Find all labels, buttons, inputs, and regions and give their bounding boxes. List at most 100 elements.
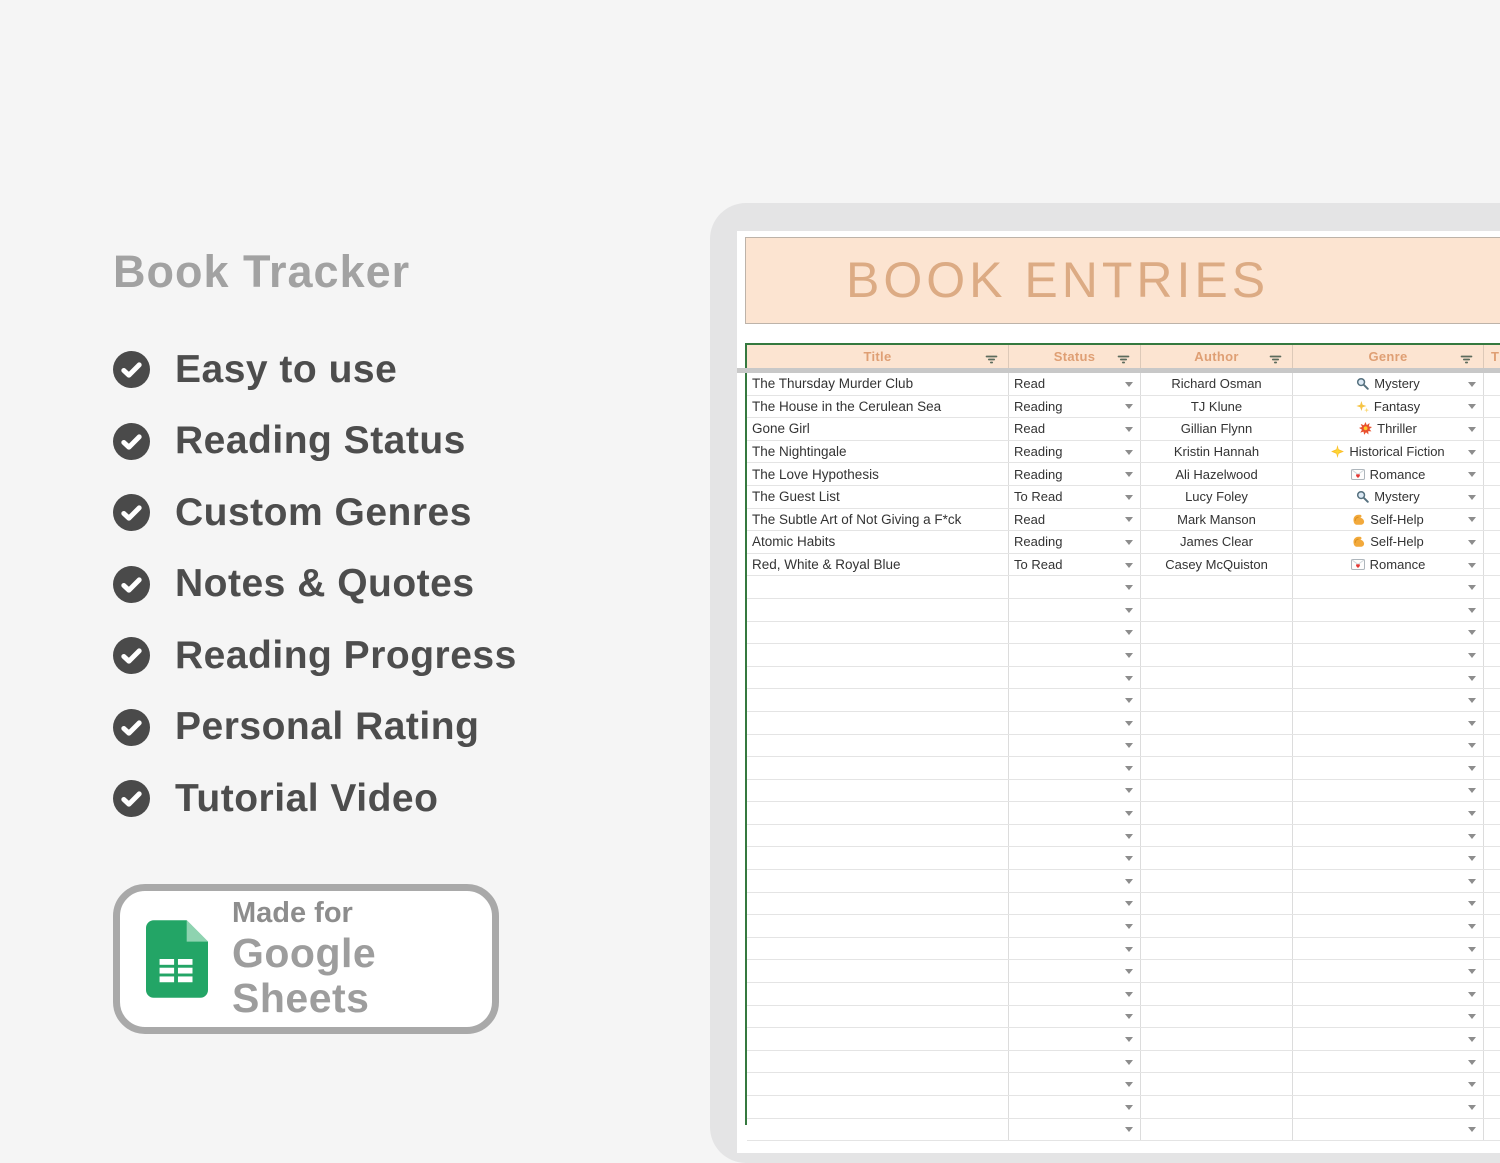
cell-genre[interactable]: [1293, 893, 1484, 915]
cell-extra[interactable]: [1484, 689, 1500, 711]
dropdown-arrow-icon[interactable]: [1125, 698, 1133, 703]
cell-extra[interactable]: [1484, 644, 1500, 666]
cell-genre[interactable]: [1293, 1051, 1484, 1073]
cell-title[interactable]: The Thursday Murder Club: [747, 373, 1009, 395]
cell-genre[interactable]: Thriller: [1293, 418, 1484, 440]
cell-author[interactable]: [1141, 689, 1293, 711]
cell-author[interactable]: [1141, 915, 1293, 937]
cell-author[interactable]: [1141, 938, 1293, 960]
cell-author[interactable]: Lucy Foley: [1141, 486, 1293, 508]
cell-title[interactable]: [747, 915, 1009, 937]
cell-extra[interactable]: [1484, 1096, 1500, 1118]
cell-genre[interactable]: [1293, 1028, 1484, 1050]
cell-title[interactable]: [747, 757, 1009, 779]
cell-extra[interactable]: [1484, 1006, 1500, 1028]
cell-title[interactable]: [747, 1051, 1009, 1073]
cell-extra[interactable]: [1484, 735, 1500, 757]
cell-status[interactable]: [1009, 1051, 1141, 1073]
dropdown-arrow-icon[interactable]: [1125, 1037, 1133, 1042]
cell-status[interactable]: [1009, 622, 1141, 644]
cell-extra[interactable]: [1484, 802, 1500, 824]
cell-author[interactable]: [1141, 735, 1293, 757]
cell-title[interactable]: [747, 622, 1009, 644]
column-header-genre[interactable]: Genre: [1293, 345, 1484, 368]
cell-status[interactable]: [1009, 1096, 1141, 1118]
dropdown-arrow-icon[interactable]: [1468, 1082, 1476, 1087]
cell-status[interactable]: [1009, 938, 1141, 960]
cell-title[interactable]: [747, 712, 1009, 734]
cell-extra[interactable]: [1484, 938, 1500, 960]
dropdown-arrow-icon[interactable]: [1468, 924, 1476, 929]
cell-genre[interactable]: Mystery: [1293, 486, 1484, 508]
cell-title[interactable]: [747, 938, 1009, 960]
cell-status[interactable]: [1009, 599, 1141, 621]
cell-extra[interactable]: [1484, 983, 1500, 1005]
dropdown-arrow-icon[interactable]: [1125, 653, 1133, 658]
cell-status[interactable]: [1009, 735, 1141, 757]
cell-title[interactable]: The Subtle Art of Not Giving a F*ck: [747, 509, 1009, 531]
cell-author[interactable]: [1141, 622, 1293, 644]
cell-genre[interactable]: [1293, 802, 1484, 824]
cell-status[interactable]: Reading: [1009, 531, 1141, 553]
dropdown-arrow-icon[interactable]: [1125, 721, 1133, 726]
cell-status[interactable]: [1009, 983, 1141, 1005]
cell-status[interactable]: [1009, 915, 1141, 937]
dropdown-arrow-icon[interactable]: [1468, 698, 1476, 703]
cell-status[interactable]: [1009, 847, 1141, 869]
cell-extra[interactable]: [1484, 418, 1500, 440]
cell-genre[interactable]: [1293, 667, 1484, 689]
dropdown-arrow-icon[interactable]: [1125, 856, 1133, 861]
dropdown-arrow-icon[interactable]: [1125, 427, 1133, 432]
dropdown-arrow-icon[interactable]: [1125, 834, 1133, 839]
cell-extra[interactable]: [1484, 396, 1500, 418]
dropdown-arrow-icon[interactable]: [1125, 630, 1133, 635]
cell-title[interactable]: The Nightingale: [747, 441, 1009, 463]
cell-title[interactable]: The Guest List: [747, 486, 1009, 508]
cell-extra[interactable]: [1484, 486, 1500, 508]
cell-author[interactable]: [1141, 1073, 1293, 1095]
dropdown-arrow-icon[interactable]: [1468, 450, 1476, 455]
dropdown-arrow-icon[interactable]: [1125, 1060, 1133, 1065]
cell-author[interactable]: [1141, 780, 1293, 802]
dropdown-arrow-icon[interactable]: [1468, 495, 1476, 500]
dropdown-arrow-icon[interactable]: [1125, 901, 1133, 906]
cell-genre[interactable]: [1293, 1096, 1484, 1118]
dropdown-arrow-icon[interactable]: [1468, 1127, 1476, 1132]
cell-title[interactable]: The Love Hypothesis: [747, 463, 1009, 485]
cell-author[interactable]: [1141, 825, 1293, 847]
dropdown-arrow-icon[interactable]: [1468, 404, 1476, 409]
cell-status[interactable]: [1009, 667, 1141, 689]
dropdown-arrow-icon[interactable]: [1125, 495, 1133, 500]
cell-extra[interactable]: [1484, 757, 1500, 779]
cell-extra[interactable]: [1484, 509, 1500, 531]
cell-status[interactable]: [1009, 960, 1141, 982]
cell-extra[interactable]: [1484, 825, 1500, 847]
cell-genre[interactable]: [1293, 599, 1484, 621]
cell-status[interactable]: [1009, 1028, 1141, 1050]
cell-author[interactable]: [1141, 712, 1293, 734]
cell-extra[interactable]: [1484, 712, 1500, 734]
cell-status[interactable]: [1009, 576, 1141, 598]
dropdown-arrow-icon[interactable]: [1468, 743, 1476, 748]
cell-extra[interactable]: [1484, 1028, 1500, 1050]
cell-title[interactable]: [747, 825, 1009, 847]
cell-status[interactable]: To Read: [1009, 554, 1141, 576]
cell-extra[interactable]: [1484, 847, 1500, 869]
dropdown-arrow-icon[interactable]: [1468, 676, 1476, 681]
cell-title[interactable]: [747, 983, 1009, 1005]
dropdown-arrow-icon[interactable]: [1468, 1060, 1476, 1065]
cell-author[interactable]: TJ Klune: [1141, 396, 1293, 418]
cell-genre[interactable]: [1293, 757, 1484, 779]
cell-title[interactable]: Gone Girl: [747, 418, 1009, 440]
dropdown-arrow-icon[interactable]: [1468, 969, 1476, 974]
cell-title[interactable]: [747, 1006, 1009, 1028]
cell-extra[interactable]: [1484, 1119, 1500, 1141]
dropdown-arrow-icon[interactable]: [1125, 608, 1133, 613]
dropdown-arrow-icon[interactable]: [1125, 585, 1133, 590]
dropdown-arrow-icon[interactable]: [1468, 992, 1476, 997]
cell-status[interactable]: [1009, 870, 1141, 892]
dropdown-arrow-icon[interactable]: [1125, 1127, 1133, 1132]
cell-genre[interactable]: [1293, 870, 1484, 892]
cell-genre[interactable]: [1293, 712, 1484, 734]
dropdown-arrow-icon[interactable]: [1125, 879, 1133, 884]
